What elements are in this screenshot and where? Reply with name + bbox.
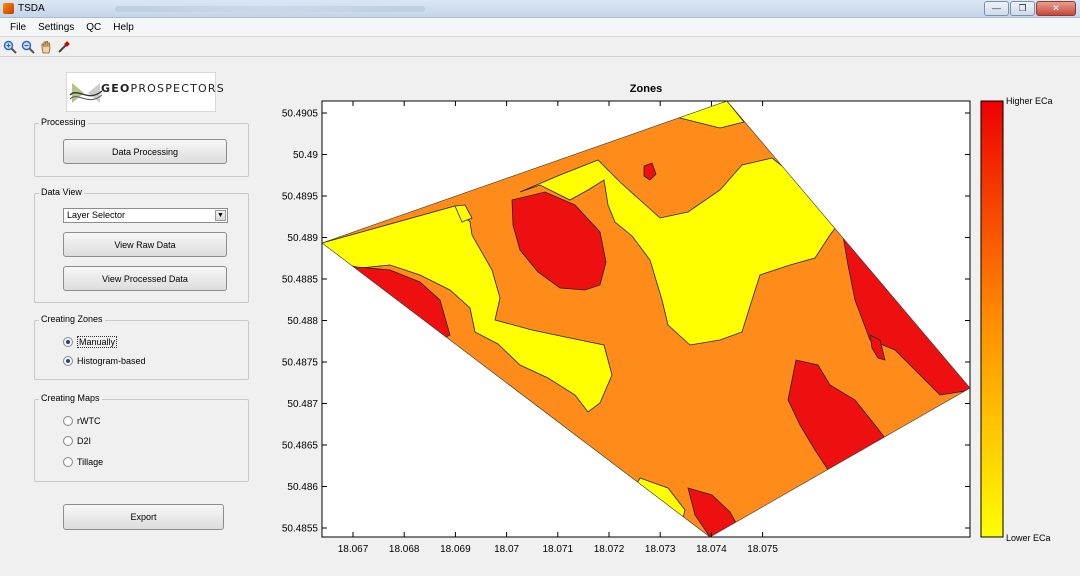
colorbar-top-label: Higher ECa bbox=[1006, 96, 1053, 106]
colorbar bbox=[980, 100, 1004, 538]
y-tick-label: 50.4855 bbox=[282, 524, 319, 535]
y-tick-label: 50.4875 bbox=[282, 358, 319, 369]
y-tick-label: 50.486 bbox=[287, 482, 318, 493]
x-tick-label: 18.072 bbox=[594, 544, 625, 555]
y-tick-label: 50.488 bbox=[287, 316, 318, 327]
y-tick-label: 50.4895 bbox=[282, 192, 319, 203]
x-tick-label: 18.07 bbox=[494, 544, 519, 555]
x-tick-label: 18.075 bbox=[747, 544, 778, 555]
y-tick-label: 50.49 bbox=[293, 150, 318, 161]
colorbar-bottom-label: Lower ECa bbox=[1006, 533, 1051, 543]
x-tick-label: 18.069 bbox=[440, 544, 471, 555]
x-tick-label: 18.068 bbox=[389, 544, 420, 555]
y-tick-label: 50.489 bbox=[287, 233, 318, 244]
x-tick-label: 18.073 bbox=[645, 544, 676, 555]
zones-plot[interactable]: 50.4905 50.49 50.4895 50.489 50.4885 50.488 50… bbox=[0, 0, 1080, 576]
y-tick-label: 50.487 bbox=[287, 399, 318, 410]
x-tick-label: 18.067 bbox=[338, 544, 369, 555]
x-tick-label: 18.074 bbox=[696, 544, 727, 555]
y-tick-label: 50.4905 bbox=[282, 109, 319, 120]
x-tick-label: 18.071 bbox=[543, 544, 574, 555]
y-tick-label: 50.4865 bbox=[282, 441, 319, 452]
y-tick-label: 50.4885 bbox=[282, 275, 319, 286]
